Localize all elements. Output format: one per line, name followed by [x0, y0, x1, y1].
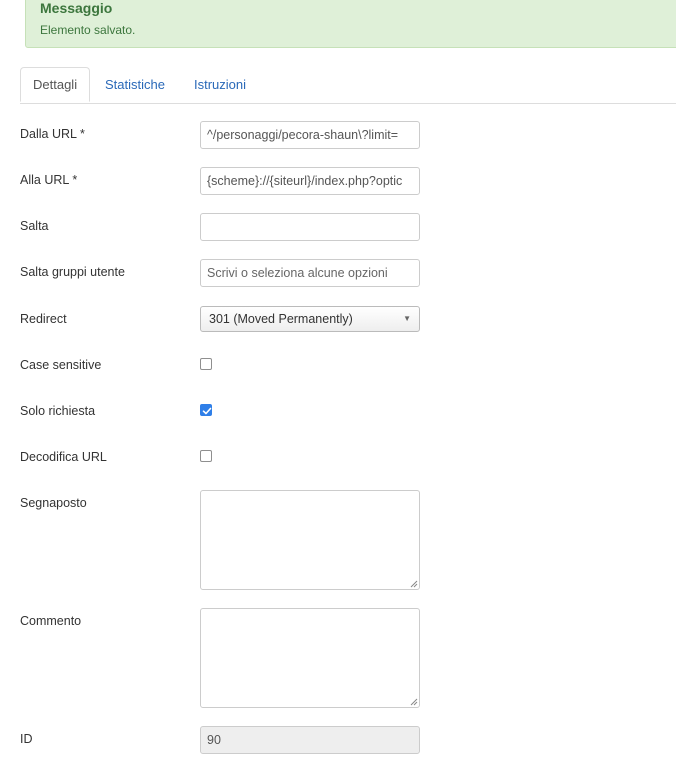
to-url-input[interactable]: {scheme}://{siteurl}/index.php?optic: [200, 167, 420, 195]
caret-down-icon: ▼: [403, 314, 411, 323]
id-field: 90: [200, 726, 420, 754]
from-url-label: Dalla URL *: [20, 127, 85, 141]
resize-handle-icon[interactable]: [409, 579, 418, 588]
tab-statistiche[interactable]: Statistiche: [105, 67, 165, 102]
placeholder-textarea[interactable]: [200, 490, 420, 590]
redirect-select[interactable]: 301 (Moved Permanently) ▼: [200, 306, 420, 332]
checkmark-icon: [202, 407, 212, 415]
id-label: ID: [20, 732, 33, 746]
request-only-label: Solo richiesta: [20, 404, 96, 418]
to-url-label: Alla URL *: [20, 173, 78, 187]
tab-istruzioni[interactable]: Istruzioni: [194, 67, 246, 102]
tab-bar: Dettagli Statistiche Istruzioni: [20, 67, 676, 104]
skip-groups-input[interactable]: Scrivi o seleziona alcune opzioni: [200, 259, 420, 287]
resize-handle-icon[interactable]: [409, 697, 418, 706]
redirect-label: Redirect: [20, 312, 67, 326]
skip-label: Salta: [20, 219, 49, 233]
success-alert: Messaggio Elemento salvato.: [25, 0, 676, 48]
comment-textarea[interactable]: [200, 608, 420, 708]
case-sensitive-label: Case sensitive: [20, 358, 102, 372]
from-url-input[interactable]: ^/personaggi/pecora-shaun\?limit=: [200, 121, 420, 149]
decode-url-checkbox[interactable]: [200, 450, 212, 462]
skip-input[interactable]: [200, 213, 420, 241]
case-sensitive-checkbox[interactable]: [200, 358, 212, 370]
placeholder-label: Segnaposto: [20, 496, 87, 510]
request-only-checkbox[interactable]: [200, 404, 212, 416]
tab-dettagli[interactable]: Dettagli: [20, 67, 91, 102]
alert-message: Elemento salvato.: [40, 23, 136, 37]
skip-groups-label: Salta gruppi utente: [20, 265, 125, 279]
comment-label: Commento: [20, 614, 82, 628]
redirect-select-value: 301 (Moved Permanently): [209, 312, 353, 326]
alert-title: Messaggio: [40, 0, 113, 16]
decode-url-label: Decodifica URL: [20, 450, 107, 464]
